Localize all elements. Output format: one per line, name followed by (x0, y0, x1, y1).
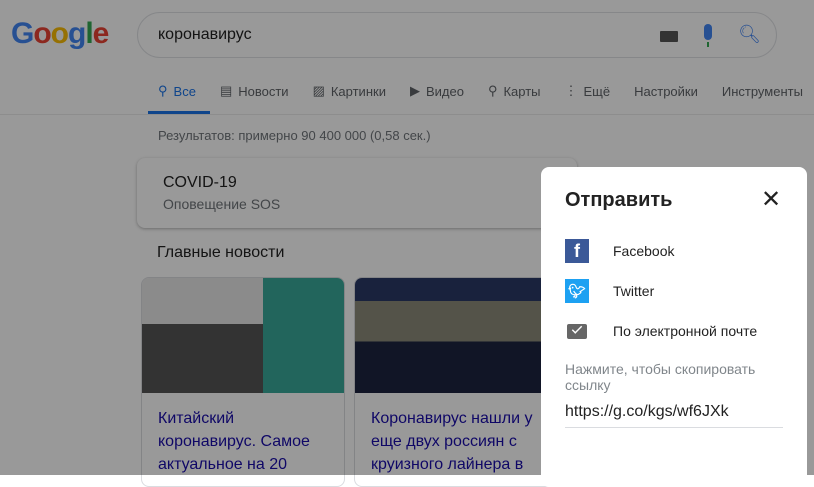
option-label: По электронной почте (613, 323, 758, 339)
share-email[interactable]: По электронной почте (565, 319, 757, 343)
share-twitter[interactable]: 🐦︎ Twitter (565, 279, 654, 303)
dialog-title: Отправить (565, 189, 673, 211)
share-facebook[interactable]: f Facebook (565, 239, 674, 263)
close-icon[interactable]: ✕ (761, 185, 781, 214)
twitter-icon: 🐦︎ (565, 279, 589, 303)
facebook-icon: f (565, 239, 589, 263)
share-link[interactable]: https://g.co/kgs/wf6JXk (565, 403, 783, 428)
share-dialog: Отправить ✕ f Facebook 🐦︎ Twitter По эле… (541, 167, 807, 487)
email-icon (565, 319, 589, 343)
copy-hint: Нажмите, чтобы скопировать ссылку (565, 361, 756, 393)
option-label: Facebook (613, 243, 675, 259)
option-label: Twitter (613, 283, 655, 299)
